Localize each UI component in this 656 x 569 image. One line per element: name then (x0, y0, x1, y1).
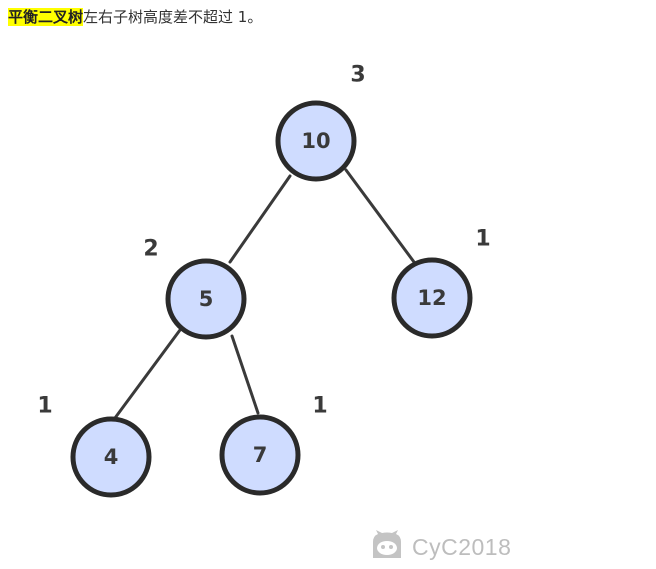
balanced-binary-tree-diagram: 10 3 5 2 12 1 4 1 7 1 (37, 63, 491, 498)
github-cat-icon (370, 530, 404, 564)
edge-5-4 (113, 328, 182, 420)
tree-node-7: 7 (219, 414, 301, 496)
node-height-label-5: 2 (143, 237, 158, 262)
watermark: CyC2018 (370, 530, 511, 564)
node-label: 7 (253, 443, 268, 467)
edge-10-5 (228, 174, 292, 264)
node-height-label-10: 3 (350, 63, 365, 88)
tree-node-12: 12 (391, 257, 473, 339)
node-label: 12 (417, 286, 446, 310)
node-height-label-4: 1 (37, 394, 52, 419)
edge-5-7 (230, 334, 260, 415)
node-label: 5 (199, 287, 214, 311)
tree-node-10: 10 (275, 100, 357, 182)
watermark-text: CyC2018 (412, 533, 512, 560)
node-height-label-7: 1 (312, 394, 327, 419)
edge-10-12 (344, 168, 416, 264)
node-height-label-12: 1 (475, 227, 490, 252)
node-label: 10 (301, 129, 330, 153)
tree-node-4: 4 (70, 416, 152, 498)
tree-node-5: 5 (165, 258, 247, 340)
node-label: 4 (104, 445, 119, 469)
